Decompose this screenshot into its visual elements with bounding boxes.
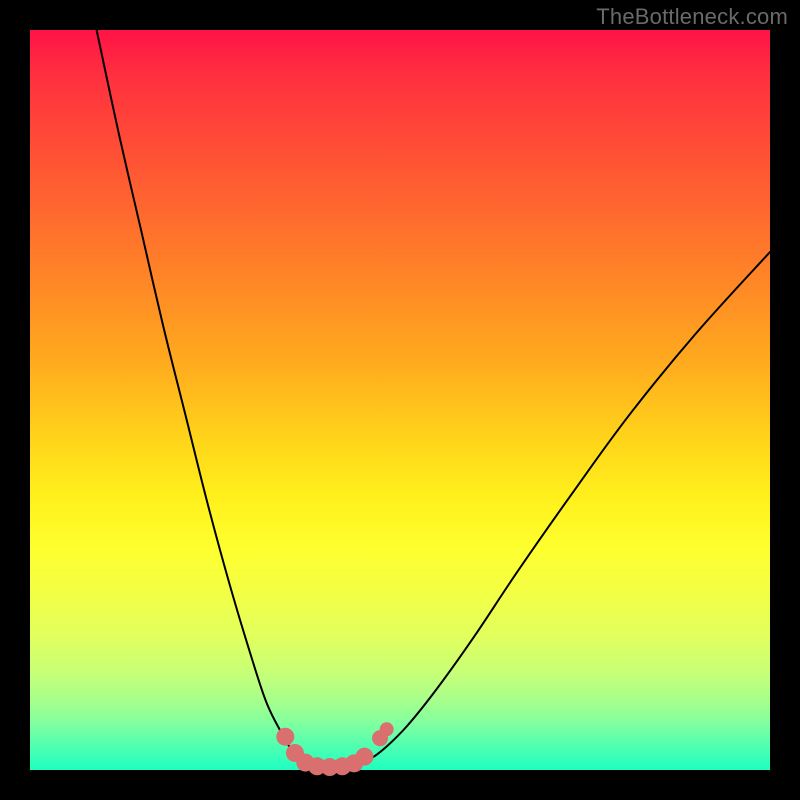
marker-dot bbox=[276, 728, 294, 746]
line-right-branch bbox=[356, 252, 770, 766]
watermark-text: TheBottleneck.com bbox=[596, 4, 788, 30]
chart-svg bbox=[30, 30, 770, 770]
line-left-branch bbox=[97, 30, 312, 766]
marker-group bbox=[276, 722, 393, 776]
marker-dot bbox=[355, 748, 373, 766]
plot-area bbox=[30, 30, 770, 770]
marker-dot bbox=[380, 722, 394, 736]
chart-frame: TheBottleneck.com bbox=[0, 0, 800, 800]
